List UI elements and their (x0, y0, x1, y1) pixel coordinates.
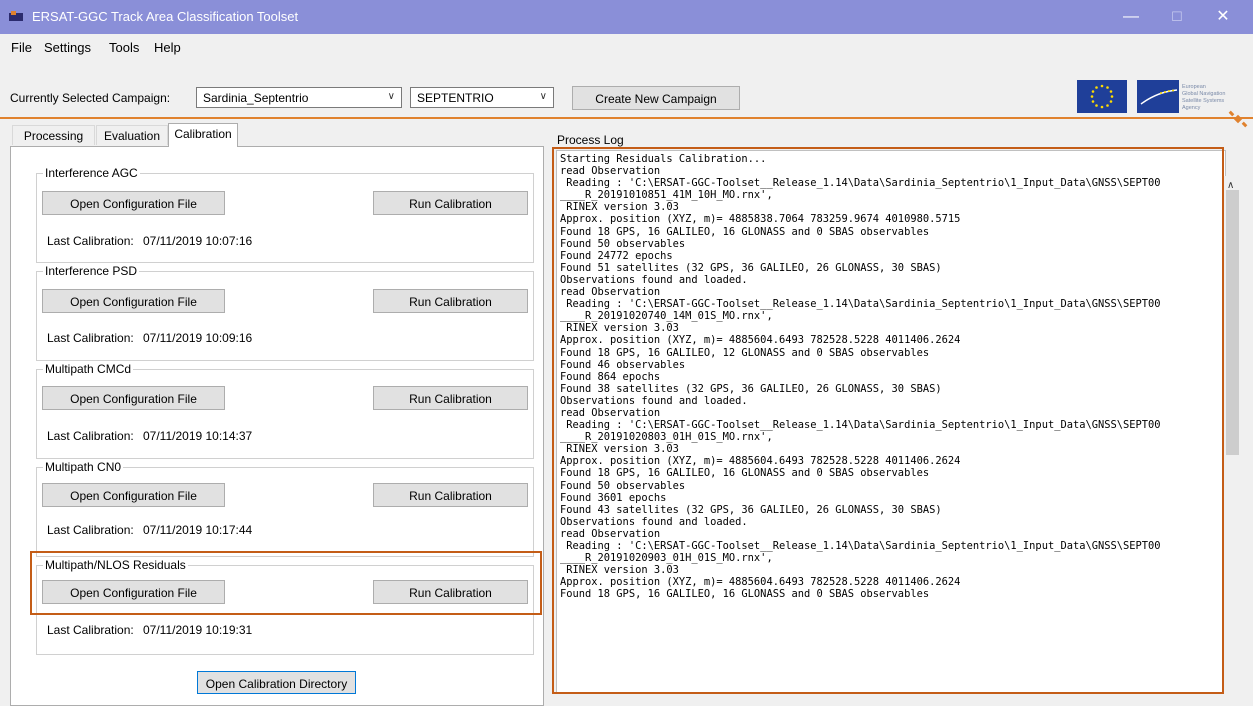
last-calibration-label: Last Calibration: (47, 429, 134, 443)
highlight-box-log (552, 147, 1224, 694)
tab-processing[interactable]: Processing (12, 125, 95, 145)
last-calibration-value: 07/11/2019 10:17:44 (143, 523, 253, 537)
run-calibration-button[interactable]: Run Calibration (373, 191, 528, 215)
group-title: Multipath CN0 (43, 460, 124, 474)
last-calibration-value: 07/11/2019 10:14:37 (143, 429, 253, 443)
campaign-select[interactable]: Sardinia_Septentrio ∨ (196, 87, 402, 108)
tab-calibration[interactable]: Calibration (168, 123, 238, 147)
campaign-select-value: Sardinia_Septentrio (203, 91, 309, 105)
app-icon (9, 11, 23, 21)
receiver-select-value: SEPTENTRIO (417, 91, 494, 105)
last-calibration-label: Last Calibration: (47, 623, 134, 637)
run-calibration-button[interactable]: Run Calibration (373, 386, 528, 410)
button-label: Run Calibration (409, 295, 492, 309)
eu-flag-logo (1077, 80, 1127, 113)
menu-file[interactable]: File (11, 40, 32, 55)
button-label: Open Calibration Directory (205, 677, 348, 691)
button-label: Open Configuration File (70, 489, 197, 503)
tab-evaluation[interactable]: Evaluation (96, 125, 168, 145)
group-title: Interference AGC (43, 166, 140, 180)
campaign-label: Currently Selected Campaign: (10, 91, 171, 105)
maximize-button[interactable]: ☐ (1154, 0, 1200, 34)
gsa-logo-line-1: European (1182, 84, 1206, 90)
create-campaign-button[interactable]: Create New Campaign (572, 86, 740, 110)
gsa-logo-line-3: Satellite Systems (1182, 98, 1224, 104)
button-label: Run Calibration (409, 392, 492, 406)
chevron-down-icon: ∨ (539, 91, 547, 102)
last-calibration-value: 07/11/2019 10:09:16 (143, 331, 253, 345)
run-calibration-button[interactable]: Run Calibration (373, 289, 528, 313)
minimize-button[interactable]: — (1108, 0, 1154, 34)
log-scrollbar-thumb[interactable] (1226, 190, 1239, 455)
process-log-label: Process Log (557, 133, 624, 147)
title-bar: ERSAT-GGC Track Area Classification Tool… (0, 0, 1253, 34)
last-calibration-value: 07/11/2019 10:19:31 (143, 623, 253, 637)
chevron-down-icon: ∨ (387, 91, 395, 102)
run-calibration-button[interactable]: Run Calibration (373, 483, 528, 507)
last-calibration-label: Last Calibration: (47, 234, 134, 248)
last-calibration-label: Last Calibration: (47, 523, 134, 537)
last-calibration-label: Last Calibration: (47, 331, 134, 345)
menu-help[interactable]: Help (154, 40, 181, 55)
open-config-button[interactable]: Open Configuration File (42, 289, 225, 313)
group-multipath-cmcd: Multipath CMCd (36, 362, 534, 459)
gsa-logo-line-4: Agency (1182, 105, 1201, 111)
last-calibration-value: 07/11/2019 10:07:16 (143, 234, 253, 248)
gsa-logo-line-2: Global Navigation (1182, 91, 1225, 97)
tab-calibration-label: Calibration (174, 127, 232, 141)
group-interference-agc: Interference AGC (36, 166, 534, 263)
close-button[interactable]: ✕ (1200, 0, 1246, 34)
open-calibration-directory-button[interactable]: Open Calibration Directory (197, 671, 356, 694)
menu-settings[interactable]: Settings (44, 40, 91, 55)
button-label: Run Calibration (409, 489, 492, 503)
open-config-button[interactable]: Open Configuration File (42, 386, 225, 410)
open-config-button[interactable]: Open Configuration File (42, 191, 225, 215)
receiver-select[interactable]: SEPTENTRIO ∨ (410, 87, 554, 108)
open-config-button[interactable]: Open Configuration File (42, 483, 225, 507)
button-label: Open Configuration File (70, 392, 197, 406)
button-label: Open Configuration File (70, 295, 197, 309)
accent-divider (0, 117, 1253, 119)
tab-processing-label: Processing (23, 129, 84, 143)
create-campaign-label: Create New Campaign (595, 92, 717, 106)
group-title: Multipath CMCd (43, 362, 134, 376)
button-label: Run Calibration (409, 197, 492, 211)
group-multipath-cn0: Multipath CN0 (36, 460, 534, 557)
group-title: Interference PSD (43, 264, 140, 278)
button-label: Open Configuration File (70, 197, 197, 211)
satellite-icon (1228, 110, 1248, 128)
menu-tools[interactable]: Tools (109, 40, 139, 55)
group-interference-psd: Interference PSD (36, 264, 534, 361)
highlight-box-residuals (30, 551, 542, 615)
tab-evaluation-label: Evaluation (103, 129, 161, 143)
window-title: ERSAT-GGC Track Area Classification Tool… (32, 9, 299, 24)
